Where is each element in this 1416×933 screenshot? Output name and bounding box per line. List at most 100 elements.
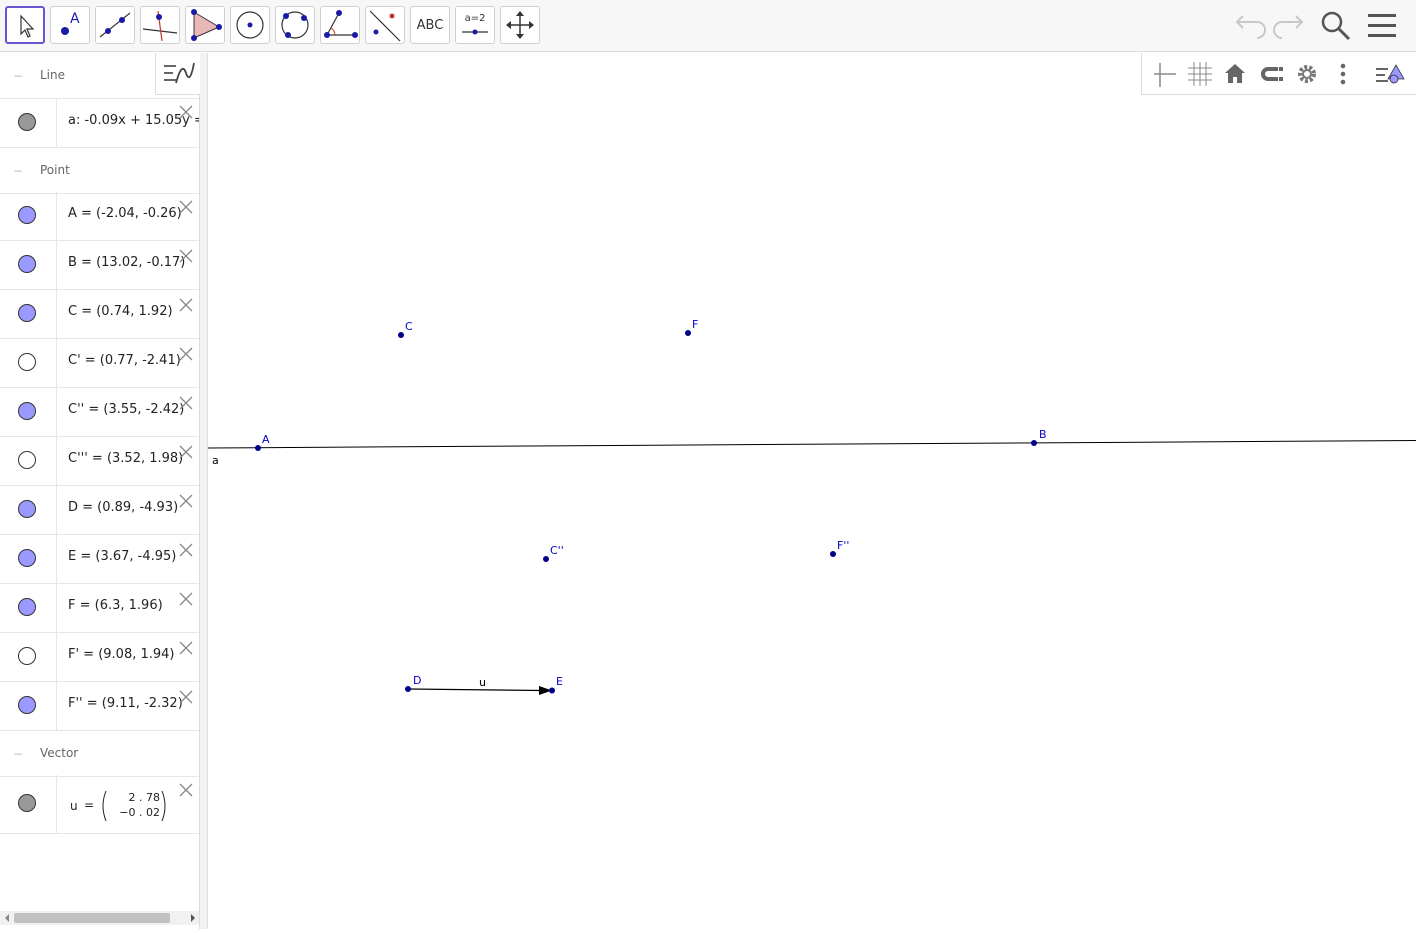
algebra-row-F[interactable]: F = (6.3, 1.96) [0,584,199,633]
object-definition[interactable]: B = (13.02, -0.17) [68,255,185,270]
style-bar-toggle-icon[interactable] [1372,59,1412,89]
view-splitter[interactable] [200,53,208,929]
algebra-row-C3[interactable]: C''' = (3.52, 1.98) [0,437,199,486]
object-definition[interactable]: F' = (9.08, 1.94) [68,647,175,662]
visibility-marble[interactable] [18,255,36,273]
more-icon[interactable] [1328,59,1358,89]
snap-icon[interactable] [1256,59,1286,89]
delete-icon[interactable] [177,639,195,657]
delete-icon[interactable] [177,296,195,314]
slider-tool[interactable]: a=2 [455,6,495,44]
polygon-icon [191,9,222,41]
algebra-row-C1[interactable]: C' = (0.77, -2.41) [0,339,199,388]
algebra-row-C[interactable]: C = (0.74, 1.92) [0,290,199,339]
marble-cell [0,486,57,534]
visibility-marble[interactable] [18,206,36,224]
visibility-marble[interactable] [18,549,36,567]
redo-icon[interactable] [1270,8,1306,44]
group-header-point[interactable]: − Point [0,148,199,194]
visibility-marble[interactable] [18,304,36,322]
line-icon [99,12,131,38]
point-F[interactable]: F [685,318,698,336]
search-icon[interactable] [1318,8,1354,44]
group-title: Vector [40,746,79,760]
object-definition[interactable]: D = (0.89, -4.93) [68,500,178,515]
angle-icon [324,10,358,38]
object-definition[interactable]: F = (6.3, 1.96) [68,598,163,613]
delete-icon[interactable] [177,781,195,799]
angle-tool[interactable] [320,6,360,44]
delete-icon[interactable] [177,688,195,706]
undo-icon[interactable] [1233,8,1269,44]
toolbar: A ABC a=2 [0,0,1416,52]
algebra-row-B[interactable]: B = (13.02, -0.17) [0,241,199,290]
text-tool[interactable]: ABC [410,6,450,44]
algebra-horizontal-scrollbar[interactable] [0,911,200,925]
visibility-marble[interactable] [18,113,36,131]
perpendicular-tool[interactable] [140,6,180,44]
delete-icon[interactable] [177,198,195,216]
point-A[interactable]: A [255,433,270,451]
delete-icon[interactable] [177,345,195,363]
delete-icon[interactable] [177,443,195,461]
collapse-icon[interactable]: − [12,70,24,82]
point-C2[interactable]: C'' [543,544,564,562]
algebra-row-a[interactable]: a: -0.09x + 15.05y = - [0,99,199,148]
construction-canvas[interactable]: a u A B C F C'' F'' D E [207,53,1416,929]
point-F2[interactable]: F'' [830,539,849,557]
object-definition[interactable]: C'' = (3.55, -2.42) [68,402,184,417]
delete-icon[interactable] [177,103,195,121]
vector-u[interactable] [407,688,543,692]
line-tool[interactable] [95,6,135,44]
algebra-row-D[interactable]: D = (0.89, -4.93) [0,486,199,535]
visibility-marble[interactable] [18,353,36,371]
object-definition[interactable]: C''' = (3.52, 1.98) [68,451,183,466]
circle-center-tool[interactable] [230,6,270,44]
object-definition[interactable]: C = (0.74, 1.92) [68,304,173,319]
visibility-marble[interactable] [18,696,36,714]
algebra-view-toggle[interactable] [155,53,201,95]
point-E[interactable]: E [549,675,563,694]
line-a[interactable] [207,440,1416,449]
polygon-tool[interactable] [185,6,225,44]
visibility-marble[interactable] [18,598,36,616]
delete-icon[interactable] [177,492,195,510]
circle-three-points-icon [281,11,309,39]
visibility-marble[interactable] [18,402,36,420]
move-graphics-tool[interactable] [500,6,540,44]
home-icon[interactable] [1220,59,1250,89]
grid-icon[interactable] [1184,59,1214,89]
visibility-marble[interactable] [18,647,36,665]
delete-icon[interactable] [177,394,195,412]
circle-three-points-tool[interactable] [275,6,315,44]
menu-icon[interactable] [1364,8,1400,44]
settings-icon[interactable] [1292,59,1322,89]
collapse-icon[interactable]: − [12,748,24,760]
algebra-row-F2[interactable]: F'' = (9.11, -2.32) [0,682,199,731]
object-definition[interactable]: C' = (0.77, -2.41) [68,353,181,368]
visibility-marble[interactable] [18,451,36,469]
collapse-icon[interactable]: − [12,165,24,177]
object-definition[interactable]: F'' = (9.11, -2.32) [68,696,183,711]
group-header-vector[interactable]: − Vector [0,731,199,777]
reflect-tool[interactable] [365,6,405,44]
algebra-row-F1[interactable]: F' = (9.08, 1.94) [0,633,199,682]
delete-icon[interactable] [177,247,195,265]
point-tool[interactable]: A [50,6,90,44]
point-C[interactable]: C [398,320,413,338]
visibility-marble[interactable] [18,794,36,812]
graphics-view[interactable]: a u A B C F C'' F'' D E [207,53,1416,929]
object-definition[interactable]: E = (3.67, -4.95) [68,549,176,564]
algebra-row-C2[interactable]: C'' = (3.55, -2.42) [0,388,199,437]
visibility-marble[interactable] [18,500,36,518]
algebra-row-E[interactable]: E = (3.67, -4.95) [0,535,199,584]
delete-icon[interactable] [177,590,195,608]
axes-icon[interactable] [1148,59,1178,89]
delete-icon[interactable] [177,541,195,559]
object-definition[interactable]: A = (-2.04, -0.26) [68,206,182,221]
algebra-view: − Line a: -0.09x + 15.05y = - − Point A … [0,53,200,929]
algebra-row-A[interactable]: A = (-2.04, -0.26) [0,192,199,241]
move-tool[interactable] [5,6,45,44]
algebra-row-u[interactable]: u = 2 . 78 −0 . 02 [0,775,199,834]
vector-definition[interactable]: u = 2 . 78 −0 . 02 [70,789,170,823]
